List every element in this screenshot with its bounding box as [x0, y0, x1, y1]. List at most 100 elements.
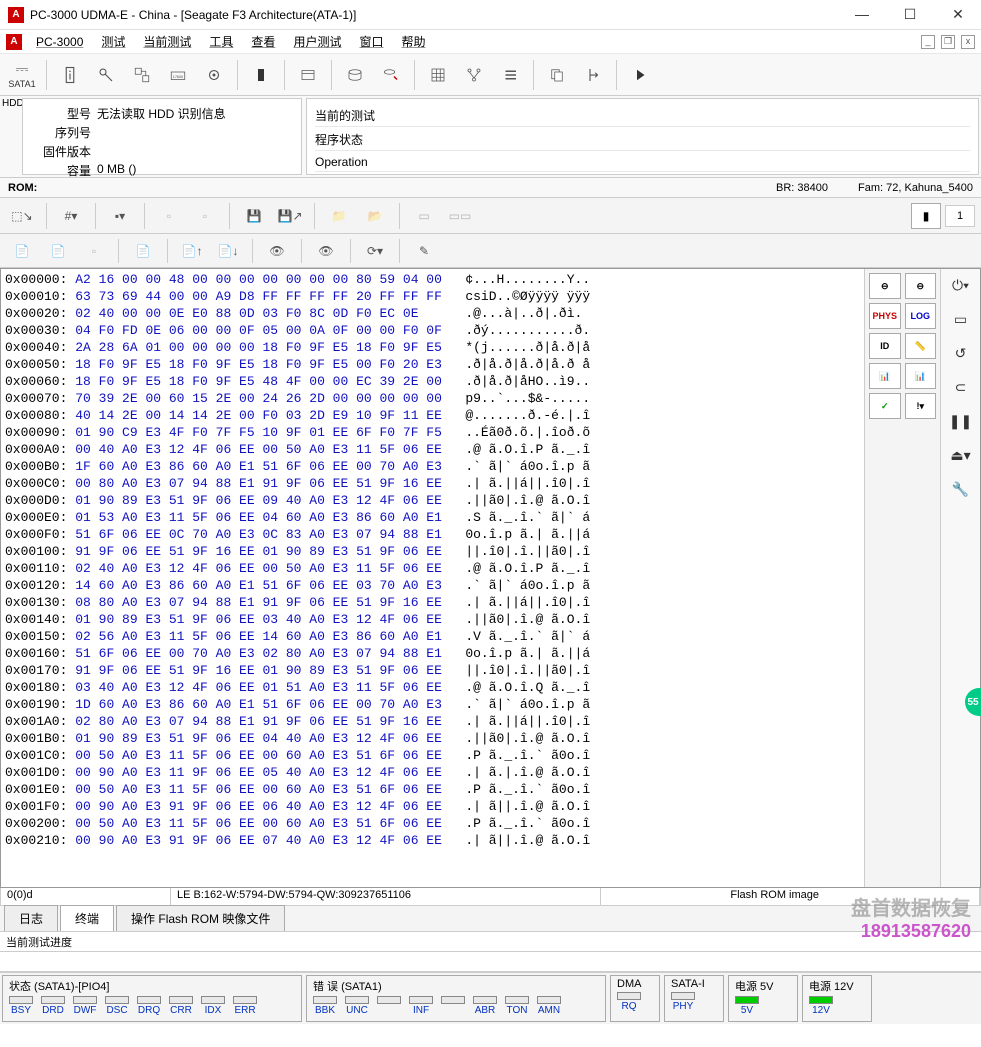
led-IDX: IDX	[201, 996, 225, 1016]
current-test-value: 程序状态	[315, 133, 363, 147]
tab-terminal[interactable]: 终端	[60, 905, 114, 931]
hdd-tab-label[interactable]: HDD	[0, 96, 20, 177]
list-icon[interactable]	[493, 58, 527, 92]
sata-port-indicator[interactable]: ⎓SATA1	[4, 61, 40, 89]
error-group: 错 误 (SATA1) BBKUNCINFABRTONAMN	[306, 975, 606, 1022]
menu-bar: A PC-3000 测试 当前测试 工具 查看 用户测试 窗口 帮助 _ ❐ x	[0, 30, 981, 54]
led-blank	[377, 996, 401, 1016]
sata-led: PHY	[671, 1001, 695, 1012]
doc-logo-icon: A	[6, 34, 22, 50]
page-icon[interactable]: 📄	[6, 237, 38, 265]
hash-icon[interactable]: #▾	[55, 201, 87, 231]
baudrate-value: BR: 38400	[776, 182, 828, 194]
gear-icon[interactable]	[197, 58, 231, 92]
mdi-restore-button[interactable]: ❐	[941, 35, 955, 49]
led-DSC: DSC	[105, 996, 129, 1016]
connector-icon[interactable]: ⊂	[950, 377, 972, 397]
tab-flash-rom[interactable]: 操作 Flash ROM 映像文件	[116, 905, 285, 931]
chip-plus-icon[interactable]: ▫	[189, 201, 221, 231]
smart-icon[interactable]: 17600	[161, 58, 195, 92]
chip-open-icon[interactable]: ▫	[153, 201, 185, 231]
menu-pc3000[interactable]: PC-3000	[28, 32, 91, 52]
db-write-icon[interactable]: ⊖	[905, 273, 937, 299]
maximize-button[interactable]: ☐	[895, 6, 925, 23]
pause-icon[interactable]: ❚❚	[950, 411, 972, 431]
disk-edit-icon[interactable]	[374, 58, 408, 92]
page-down-icon[interactable]: 📄↓	[212, 237, 244, 265]
menu-tools[interactable]: 工具	[201, 30, 241, 53]
chip-icon[interactable]	[244, 58, 278, 92]
find-icon[interactable]: 👁	[261, 237, 293, 265]
tree-icon[interactable]	[457, 58, 491, 92]
menu-test[interactable]: 测试	[93, 30, 133, 53]
info-icon[interactable]	[53, 58, 87, 92]
chip-number-input[interactable]	[945, 205, 975, 227]
log-button[interactable]: LOG	[905, 303, 937, 329]
cards-icon[interactable]: ▭▭	[444, 201, 476, 231]
hex-offset-status: 0(0)d	[1, 888, 171, 905]
tab-log[interactable]: 日志	[4, 905, 58, 931]
eject-icon[interactable]: ⏏▾	[950, 445, 972, 465]
power-icon[interactable]: ⏻▾	[950, 275, 972, 295]
phys-button[interactable]: PHYS	[869, 303, 901, 329]
folder-icon[interactable]: 📁	[323, 201, 355, 231]
led-blank	[441, 996, 465, 1016]
save-icon[interactable]: 💾	[238, 201, 270, 231]
scale-icon[interactable]: 📏	[905, 333, 937, 359]
menu-help[interactable]: 帮助	[393, 30, 433, 53]
export-icon[interactable]: ⬚↘	[6, 201, 38, 231]
tools-icon[interactable]: 🔧	[950, 479, 972, 499]
dma-led: RQ	[617, 1001, 641, 1012]
state-group: 状态 (SATA1)-[PIO4] BSYDRDDWFDSCDRQCRRIDXE…	[2, 975, 302, 1022]
board-icon[interactable]: ▭	[950, 309, 972, 329]
db-read-icon[interactable]: ⊖	[869, 273, 901, 299]
menu-user-test[interactable]: 用户测试	[285, 30, 349, 53]
disk-icon[interactable]	[338, 58, 372, 92]
menu-view[interactable]: 查看	[243, 30, 283, 53]
led-BSY: BSY	[9, 996, 33, 1016]
folder-open-icon[interactable]: 📂	[359, 201, 391, 231]
check-icon[interactable]: ✓	[869, 393, 901, 419]
hex-view[interactable]: 0x00000: A2 16 00 00 48 00 00 00 00 00 0…	[1, 269, 864, 887]
right-tool-rail: ⏻▾ ▭ ↺ ⊂ ❚❚ ⏏▾ 🔧	[940, 269, 980, 887]
progress-panel: 当前测试进度	[0, 932, 981, 952]
transfer-icon[interactable]	[125, 58, 159, 92]
current-test-group: 当前的测试 程序状态 Operation	[306, 98, 979, 175]
close-button[interactable]: ✕	[943, 6, 973, 23]
p12-group: 电源 12V 12V	[802, 975, 872, 1022]
page-up-icon[interactable]: 📄↑	[176, 237, 208, 265]
menu-window[interactable]: 窗口	[351, 30, 391, 53]
page-add-icon[interactable]: 📄	[42, 237, 74, 265]
reset-icon[interactable]: ↺	[950, 343, 972, 363]
led-INF: INF	[409, 996, 433, 1016]
goto-icon[interactable]: ⟳▾	[359, 237, 391, 265]
grid-icon[interactable]	[421, 58, 455, 92]
menu-current-test[interactable]: 当前测试	[135, 30, 199, 53]
module-icon[interactable]	[291, 58, 325, 92]
operation-label: Operation	[315, 155, 368, 169]
key-icon[interactable]	[89, 58, 123, 92]
chip-down-icon[interactable]: ▪▾	[104, 201, 136, 231]
play-icon[interactable]	[623, 58, 657, 92]
data2-icon[interactable]: 📊	[905, 363, 937, 389]
page-num-icon[interactable]: ▫	[78, 237, 110, 265]
page-nav-icon[interactable]: 📄	[127, 237, 159, 265]
p12-title: 电源 12V	[809, 978, 865, 994]
id-icon[interactable]: ID	[869, 333, 901, 359]
led-UNC: UNC	[345, 996, 369, 1016]
edit-icon[interactable]: ✎	[408, 237, 440, 265]
hdd-id-group: 型号无法读取 HDD 识别信息 序列号 固件版本 容量0 MB ()	[22, 98, 302, 175]
data-icon[interactable]: 📊	[869, 363, 901, 389]
mdi-close-button[interactable]: x	[961, 35, 975, 49]
chip-selector-icon[interactable]: ▮	[911, 203, 941, 229]
card-icon[interactable]: ▭	[408, 201, 440, 231]
warn-icon[interactable]: !▾	[905, 393, 937, 419]
copy-icon[interactable]	[540, 58, 574, 92]
hex-source-status: Flash ROM image	[601, 888, 980, 905]
save-as-icon[interactable]: 💾↗	[274, 201, 306, 231]
exit-icon[interactable]	[576, 58, 610, 92]
find-next-icon[interactable]: 👁	[310, 237, 342, 265]
current-test-label: 当前的测试	[315, 109, 375, 123]
minimize-button[interactable]: —	[847, 6, 877, 23]
mdi-minimize-button[interactable]: _	[921, 35, 935, 49]
